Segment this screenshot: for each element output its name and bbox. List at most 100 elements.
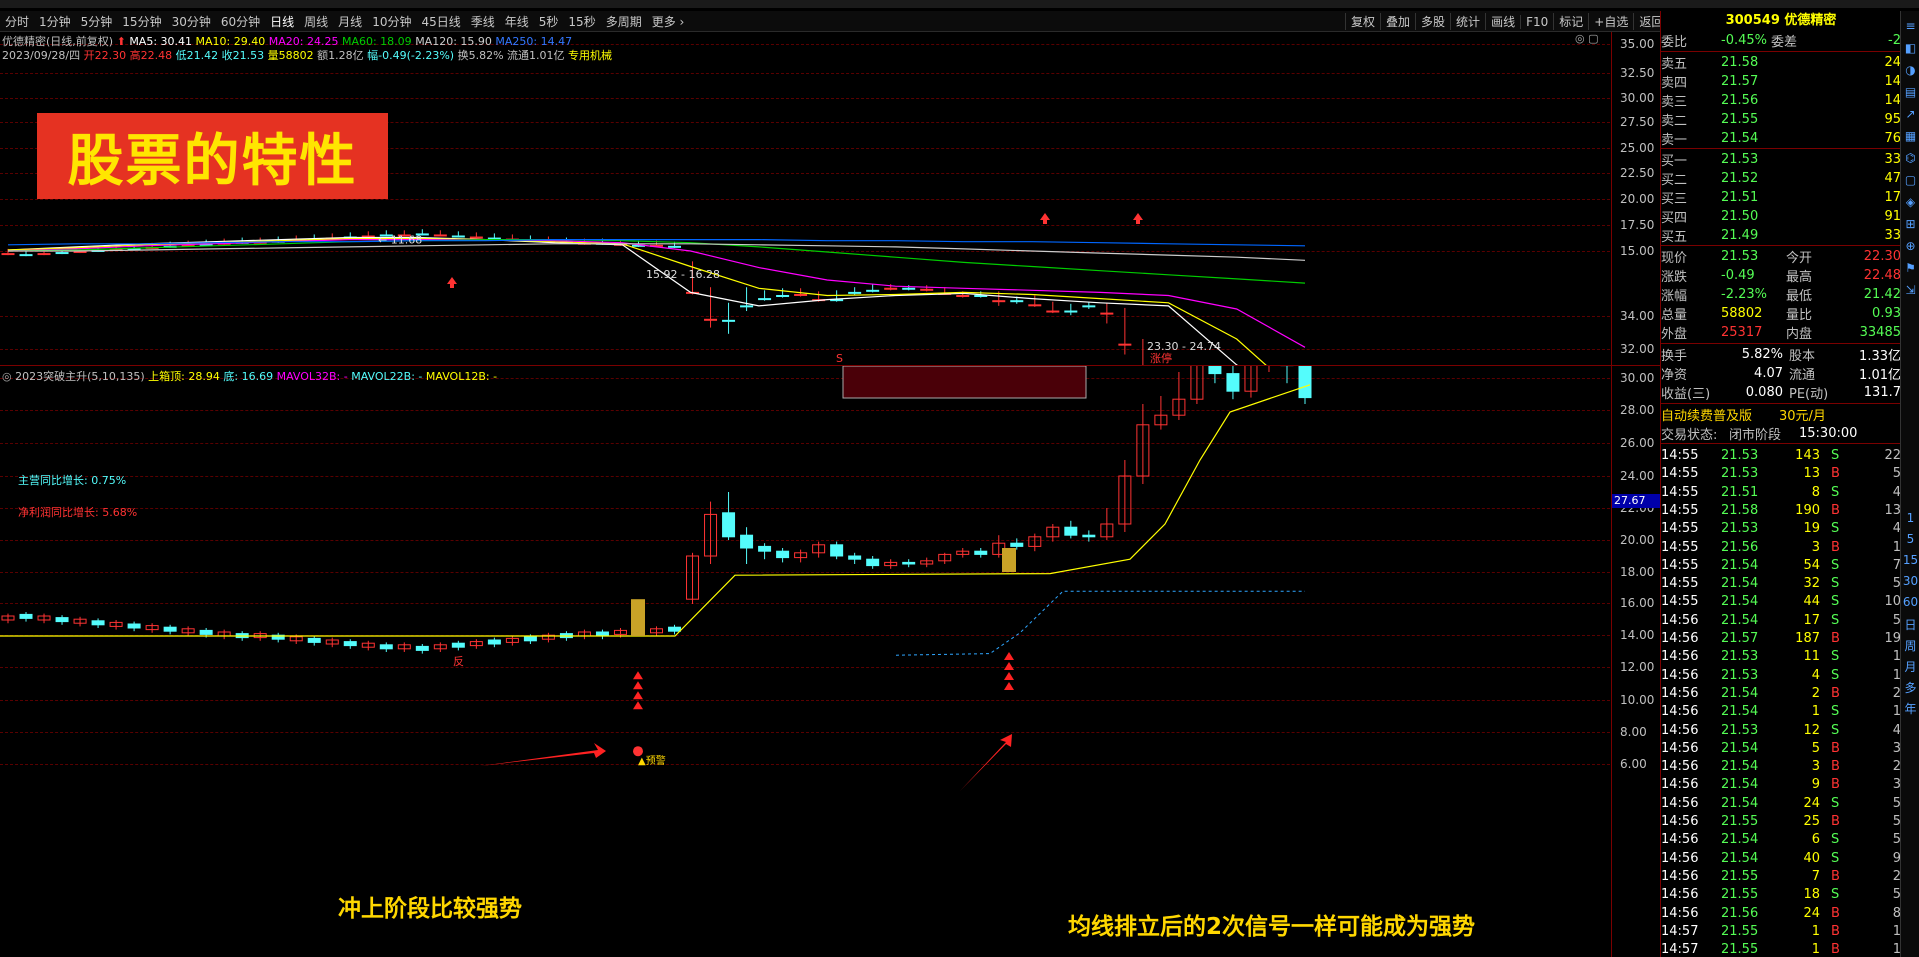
ask-price: 21.55 xyxy=(1721,112,1759,127)
ask-vol: 95 xyxy=(1884,112,1901,127)
candle-body xyxy=(668,245,682,248)
period-tab-12[interactable]: 年线 xyxy=(500,13,534,30)
tick-time: 14:55 xyxy=(1661,448,1699,463)
period-tab-11[interactable]: 季线 xyxy=(466,13,500,30)
tick-vol: 32 xyxy=(1803,576,1820,592)
period-tab-6[interactable]: 日线 xyxy=(265,13,299,30)
sidebar-tool-icon[interactable]: ▢ xyxy=(1901,173,1919,187)
stat2-label: 净资 xyxy=(1661,368,1688,383)
period-tab-1[interactable]: 1分钟 xyxy=(34,13,76,30)
sidebar-tool-icon[interactable]: ⊞ xyxy=(1901,217,1919,231)
bid-row: 买一 21.53 33 xyxy=(1661,150,1901,169)
period-tab-8[interactable]: 月线 xyxy=(333,13,367,30)
tick-row: 14:56 21.54 24 S 5 xyxy=(1661,794,1901,813)
tick-time: 14:56 xyxy=(1661,649,1699,665)
promo-label: 自动续费普及版 xyxy=(1661,409,1753,424)
toolbar-btn-2[interactable]: 多股 xyxy=(1415,13,1450,30)
candle-body xyxy=(794,293,808,296)
sidebar-period-15[interactable]: 15 xyxy=(1901,553,1919,567)
period-tab-5[interactable]: 60分钟 xyxy=(216,13,265,30)
signal-triangle-icon xyxy=(1004,662,1014,670)
tick-price: 21.54 xyxy=(1721,850,1759,866)
sub-indicator-chart: ▲预警 反 xyxy=(0,366,1312,791)
sidebar-period-周[interactable]: 周 xyxy=(1901,637,1919,654)
toolbar-btn-0[interactable]: 复权 xyxy=(1345,13,1380,30)
toolbar-btn-4[interactable]: 画线 xyxy=(1485,13,1520,30)
signal-triangle-icon xyxy=(633,671,643,680)
stat-row: 涨跌 -0.49 最高 22.48 xyxy=(1661,266,1901,285)
sidebar-period-日[interactable]: 日 xyxy=(1901,616,1919,633)
tick-vol: 143 xyxy=(1795,448,1820,463)
tick-vol: 12 xyxy=(1803,722,1820,738)
sidebar-tool-icon[interactable]: ◧ xyxy=(1901,41,1919,55)
stat2-label: 收益(三) xyxy=(1661,387,1711,402)
period-tab-14[interactable]: 15秒 xyxy=(563,13,600,30)
sidebar-period-年[interactable]: 年 xyxy=(1901,700,1919,717)
sidebar-tool-icon[interactable]: ◈ xyxy=(1901,195,1919,209)
weibi-pct: -0.45% xyxy=(1721,33,1767,48)
buy-arrow-icon xyxy=(447,277,457,288)
sidebar-tool-icon[interactable]: ↗ xyxy=(1901,107,1919,121)
tick-side: B xyxy=(1831,502,1840,518)
sidebar-period-月[interactable]: 月 xyxy=(1901,658,1919,675)
bid-vol: 17 xyxy=(1884,190,1901,205)
signal-triangle-icon xyxy=(1004,652,1014,660)
ask-label: 卖五 xyxy=(1661,57,1688,72)
sidebar-period-1[interactable]: 1 xyxy=(1901,511,1919,525)
tick-row: 14:56 21.54 17 S 5 xyxy=(1661,611,1901,630)
sidebar-tool-icon[interactable]: ⇲ xyxy=(1901,283,1919,297)
candle-body xyxy=(1064,310,1078,313)
tick-row: 14:55 21.51 8 S 4 xyxy=(1661,483,1901,502)
main-y-tick: 22.50 xyxy=(1620,166,1655,180)
period-tab-10[interactable]: 45日线 xyxy=(416,13,465,30)
status-time: 15:30:00 xyxy=(1799,426,1858,441)
tick-time: 14:57 xyxy=(1661,923,1699,939)
bid-price: 21.49 xyxy=(1721,228,1759,243)
quote-sep xyxy=(1661,245,1901,246)
toolbar-btn-1[interactable]: 叠加 xyxy=(1380,13,1415,30)
stat2-label2: 股本 xyxy=(1789,349,1816,364)
candle-body xyxy=(902,287,916,290)
sidebar-tool-icon[interactable]: ◑ xyxy=(1901,63,1919,77)
tick-row: 14:55 21.53 143 S 22 xyxy=(1661,446,1901,465)
sub-candle-body xyxy=(902,561,916,565)
period-tab-0[interactable]: 分时 xyxy=(0,13,34,30)
tick-side: S xyxy=(1831,484,1840,500)
sidebar-period-30[interactable]: 30 xyxy=(1901,574,1919,588)
period-tab-13[interactable]: 5秒 xyxy=(534,13,564,30)
stat2-value: 4.07 xyxy=(1754,366,1783,381)
tick-price: 21.58 xyxy=(1721,502,1759,518)
sidebar-period-60[interactable]: 60 xyxy=(1901,595,1919,609)
period-tab-4[interactable]: 30分钟 xyxy=(167,13,216,30)
bid-label: 买三 xyxy=(1661,192,1688,207)
tick-row: 14:56 21.53 11 S 1 xyxy=(1661,647,1901,666)
status-label: 交易状态: xyxy=(1661,428,1718,443)
period-tab-16[interactable]: 更多 › xyxy=(647,13,690,30)
sidebar-period-多[interactable]: 多 xyxy=(1901,679,1919,696)
sidebar-period-5[interactable]: 5 xyxy=(1901,532,1919,546)
period-tab-3[interactable]: 15分钟 xyxy=(117,13,166,30)
sidebar-tool-icon[interactable]: ⌬ xyxy=(1901,151,1919,165)
toolbar-btn-6[interactable]: 标记 xyxy=(1553,13,1588,30)
sidebar-tool-icon[interactable]: ▦ xyxy=(1901,129,1919,143)
sidebar-tool-icon[interactable]: ⊕ xyxy=(1901,239,1919,253)
toolbar-btn-3[interactable]: 统计 xyxy=(1450,13,1485,30)
ask-vol: 76 xyxy=(1884,131,1901,146)
tick-row: 14:56 21.54 1 S 1 xyxy=(1661,702,1901,721)
sidebar-tool-icon[interactable]: ≡ xyxy=(1901,19,1919,33)
toolbar-btn-5[interactable]: F10 xyxy=(1520,14,1553,29)
tick-side: B xyxy=(1831,631,1840,646)
toolbar-btn-7[interactable]: +自选 xyxy=(1588,13,1633,30)
period-tab-9[interactable]: 10分钟 xyxy=(367,13,416,30)
sub-y-tick: 26.00 xyxy=(1620,436,1655,450)
sidebar-tool-icon[interactable]: ▤ xyxy=(1901,85,1919,99)
sidebar-tool-icon[interactable]: ⚑ xyxy=(1901,261,1919,275)
period-tab-15[interactable]: 多周期 xyxy=(601,13,647,30)
signal-bar xyxy=(631,599,645,636)
stat2-row: 收益(三) 0.080 PE(动) 131.7 xyxy=(1661,383,1901,402)
period-tab-7[interactable]: 周线 xyxy=(299,13,333,30)
stat2-label2: PE(动) xyxy=(1789,387,1829,402)
stat-label2: 最低 xyxy=(1786,289,1813,304)
period-tab-2[interactable]: 5分钟 xyxy=(76,13,118,30)
bid-row: 买三 21.51 17 xyxy=(1661,188,1901,207)
